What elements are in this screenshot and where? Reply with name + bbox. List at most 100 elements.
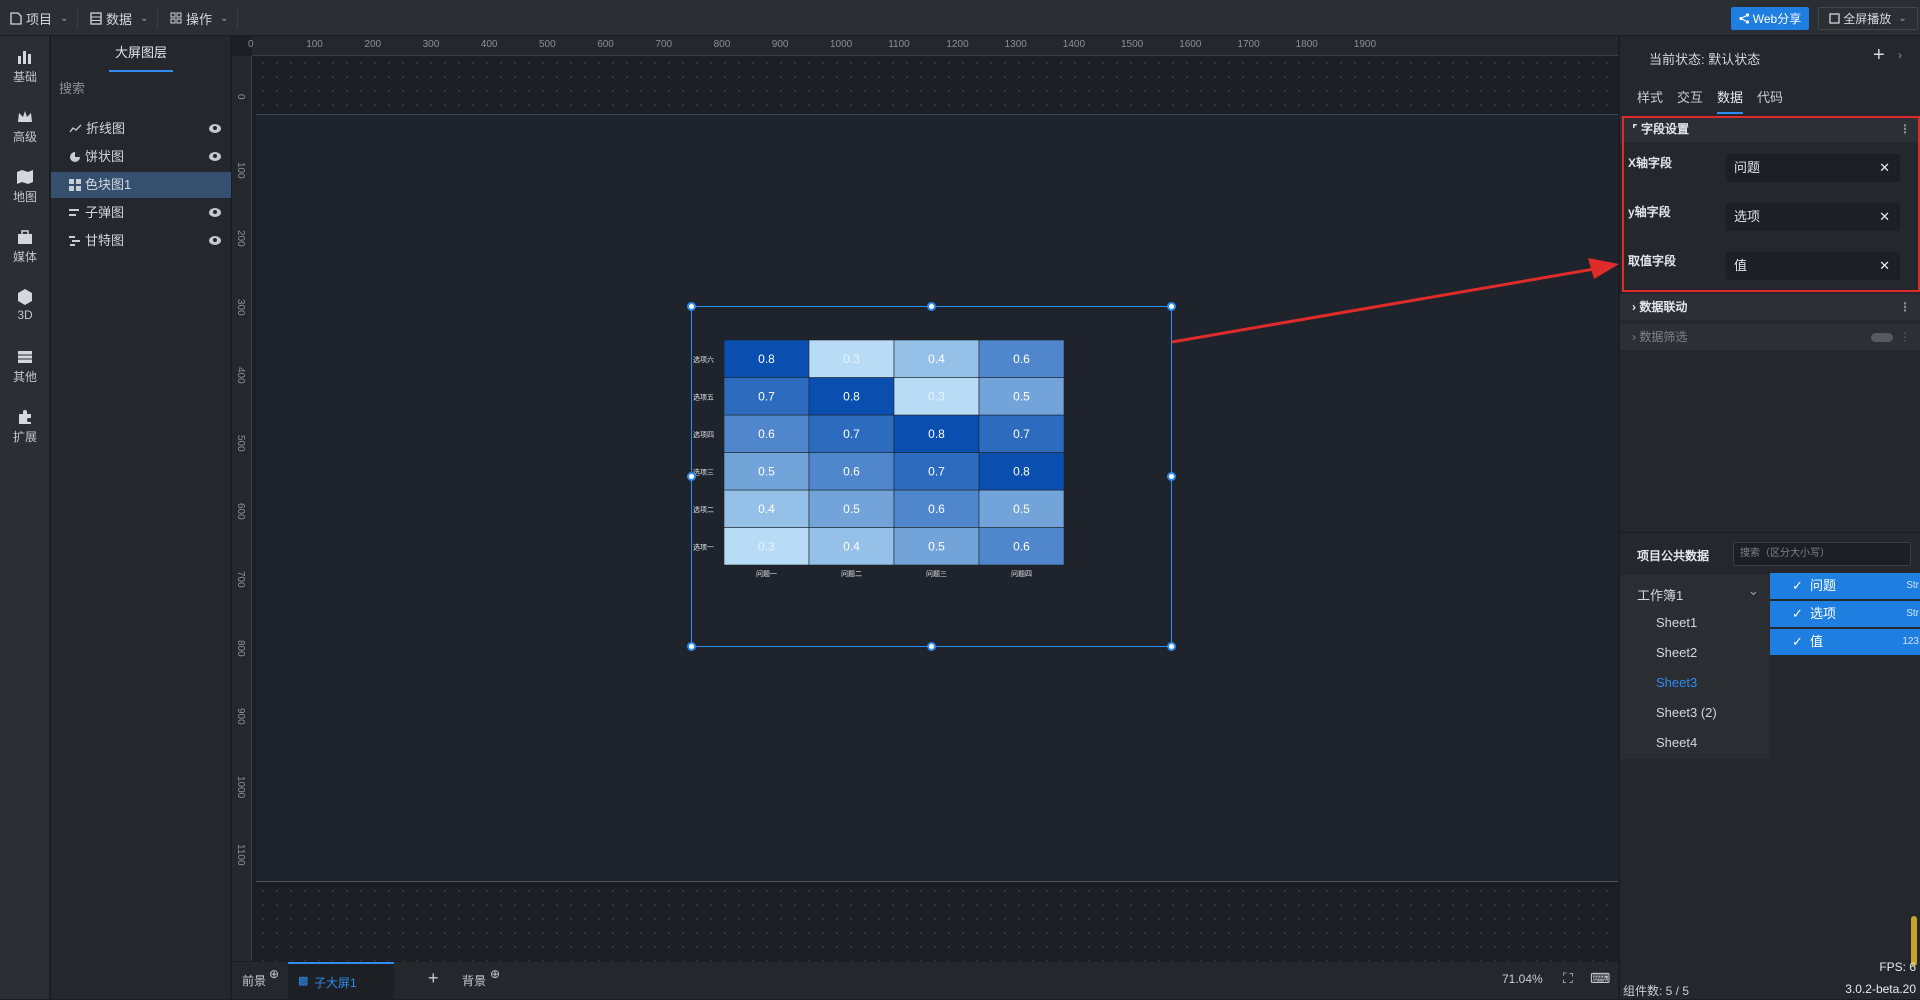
heatmap-cell-label: 0.7 <box>928 464 945 478</box>
scrollbar-thumb[interactable] <box>1911 916 1917 966</box>
eye-icon[interactable] <box>209 236 221 245</box>
layer-item-bullet-chart[interactable]: 子弹图 <box>51 200 231 226</box>
layer-item-line-chart[interactable]: 折线图 <box>51 116 231 142</box>
category-other[interactable]: 其他 <box>0 348 50 385</box>
resize-handle[interactable] <box>927 642 936 651</box>
grid-icon <box>69 179 81 191</box>
sheet-item-selected[interactable]: Sheet3 <box>1656 675 1697 690</box>
eye-icon[interactable] <box>209 124 221 133</box>
fullscreen-play-button[interactable]: 全屏播放 ⌄ <box>1818 7 1918 30</box>
data-link-header[interactable]: › 数据联动 ⋮ <box>1620 294 1920 320</box>
close-icon[interactable]: ✕ <box>1879 252 1890 280</box>
canvas-background-dots <box>256 56 1618 114</box>
data-field-chip[interactable]: ✓ 选项 Str <box>1770 601 1920 627</box>
data-field-name: 选项 <box>1810 606 1837 621</box>
divider <box>1620 532 1920 533</box>
resize-handle[interactable] <box>687 302 696 311</box>
tab-code[interactable]: 代码 <box>1757 87 1783 114</box>
chevron-down-icon: ⌄ <box>1898 13 1907 24</box>
workbook-item[interactable]: 工作簿1 <box>1637 585 1683 604</box>
sheet-item[interactable]: Sheet1 <box>1656 615 1697 630</box>
web-share-label: Web分享 <box>1752 12 1802 26</box>
category-media-label: 媒体 <box>12 250 37 264</box>
menu-project[interactable]: 项目 ⌄ <box>10 7 79 29</box>
menu-operate[interactable]: 操作 ⌄ <box>170 7 239 29</box>
resize-handle[interactable] <box>687 472 696 481</box>
sheet-item[interactable]: Sheet3 (2) <box>1656 705 1717 720</box>
public-data-search-input[interactable]: 搜索（区分大小写） <box>1733 542 1911 566</box>
chevron-right-icon[interactable]: › <box>1898 48 1902 62</box>
canvas-area[interactable]: 0 100 200 300 400 500 600 700 800 900 1000 1100 1200… <box>232 36 1618 961</box>
component-count: 组件数: 5 / 5 <box>1623 984 1690 998</box>
ruler-tick-label: 1000 <box>235 776 246 799</box>
data-field-chip[interactable]: ✓ 问题 Str <box>1770 573 1920 599</box>
web-share-button[interactable]: Web分享 <box>1731 7 1809 30</box>
more-icon[interactable]: ⋮ <box>1899 294 1911 320</box>
heatmap-cell-label: 0.5 <box>1013 502 1030 516</box>
menu-data[interactable]: 数据 ⌄ <box>90 7 159 29</box>
tab-interaction[interactable]: 交互 <box>1677 87 1703 114</box>
fps-readout: FPS: 6 <box>1879 960 1916 974</box>
ruler-vertical: 0 100 200 300 400 500 600 700 800 900 1000 1100 <box>232 56 252 961</box>
layer-item-pie-chart[interactable]: 饼状图 <box>51 144 231 170</box>
data-filter-toggle[interactable] <box>1871 333 1893 342</box>
category-map[interactable]: 地图 <box>0 168 50 205</box>
eye-icon[interactable] <box>209 152 221 161</box>
heatmap-cell-label: 0.5 <box>843 502 860 516</box>
line-chart-icon <box>69 124 82 133</box>
share-icon <box>1739 13 1749 24</box>
layer-item-heatmap[interactable]: 色块图1 <box>51 172 231 198</box>
close-icon[interactable]: ✕ <box>1879 154 1890 182</box>
sheet-item[interactable]: Sheet2 <box>1656 645 1697 660</box>
resize-handle[interactable] <box>687 642 696 651</box>
fit-screen-icon[interactable]: ⛶ <box>1563 970 1573 987</box>
close-icon[interactable]: ✕ <box>1879 203 1890 231</box>
value-field-value: 值 <box>1734 258 1748 273</box>
sheet-item[interactable]: Sheet4 <box>1656 735 1697 750</box>
y-tick-label: 选项五 <box>693 392 714 401</box>
tab-sub-screen[interactable]: ▩ 子大屏1 <box>288 962 394 1000</box>
layer-item-label: 折线图 <box>86 121 126 136</box>
data-field-chip[interactable]: ✓ 值 123 <box>1770 629 1920 655</box>
category-3d[interactable]: 3D <box>0 288 50 322</box>
keyboard-icon[interactable]: ⌨ <box>1590 970 1610 987</box>
chevron-down-icon: ⌄ <box>220 12 229 24</box>
layer-search-input[interactable]: 搜索 <box>57 76 225 102</box>
layer-item-gantt-chart[interactable]: 甘特图 <box>51 228 231 254</box>
resize-handle[interactable] <box>1167 642 1176 651</box>
eye-icon[interactable] <box>209 208 221 217</box>
ruler-tick-label: 200 <box>235 230 246 248</box>
add-state-icon[interactable]: + <box>1873 44 1885 67</box>
resize-handle[interactable] <box>927 302 936 311</box>
heatmap-cell-label: 0.4 <box>758 502 775 516</box>
heatmap-cell-label: 0.8 <box>758 352 775 366</box>
tab-style[interactable]: 样式 <box>1637 87 1663 114</box>
heatmap-chart[interactable]: 0.3 0.4 0.5 0.6 0.4 0.5 0.6 0.5 0.5 0.6 0.7 0.8 0.6 0… <box>692 307 1173 648</box>
more-icon[interactable]: ⋮ <box>1899 324 1911 350</box>
tab-foreground[interactable]: 前景 <box>242 972 266 989</box>
resize-handle[interactable] <box>1167 472 1176 481</box>
add-circle-icon[interactable]: ⊕ <box>490 967 500 981</box>
heatmap-cell-label: 0.6 <box>843 464 860 478</box>
tab-background[interactable]: 背景 <box>462 972 486 989</box>
check-icon: ✓ <box>1792 578 1803 593</box>
x-field-select[interactable]: 问题 ✕ <box>1726 154 1900 182</box>
category-3d-label: 3D <box>17 308 33 322</box>
category-advanced[interactable]: 高级 <box>0 108 50 145</box>
add-screen-icon[interactable]: + <box>428 968 439 989</box>
y-field-select[interactable]: 选项 ✕ <box>1726 203 1900 231</box>
heatmap-cell-label: 0.4 <box>843 539 860 553</box>
data-filter-header[interactable]: › 数据筛选 ⋮ <box>1620 324 1920 350</box>
data-link-title: 数据联动 <box>1639 300 1688 314</box>
add-circle-icon[interactable]: ⊕ <box>269 967 279 981</box>
ruler-tick-label: 1700 <box>1237 39 1260 50</box>
category-extension[interactable]: 扩展 <box>0 408 50 445</box>
value-field-select[interactable]: 值 ✕ <box>1726 252 1900 280</box>
selected-component-frame[interactable]: 0.3 0.4 0.5 0.6 0.4 0.5 0.6 0.5 0.5 0.6 0.7 0.8 0.6 0… <box>691 306 1172 647</box>
chevron-down-icon[interactable]: ⌄ <box>1748 583 1759 599</box>
resize-handle[interactable] <box>1167 302 1176 311</box>
category-media[interactable]: 媒体 <box>0 228 50 265</box>
zoom-level[interactable]: 71.04% <box>1502 972 1543 986</box>
category-basic[interactable]: 基础 <box>0 48 50 85</box>
tab-data[interactable]: 数据 <box>1717 87 1744 114</box>
